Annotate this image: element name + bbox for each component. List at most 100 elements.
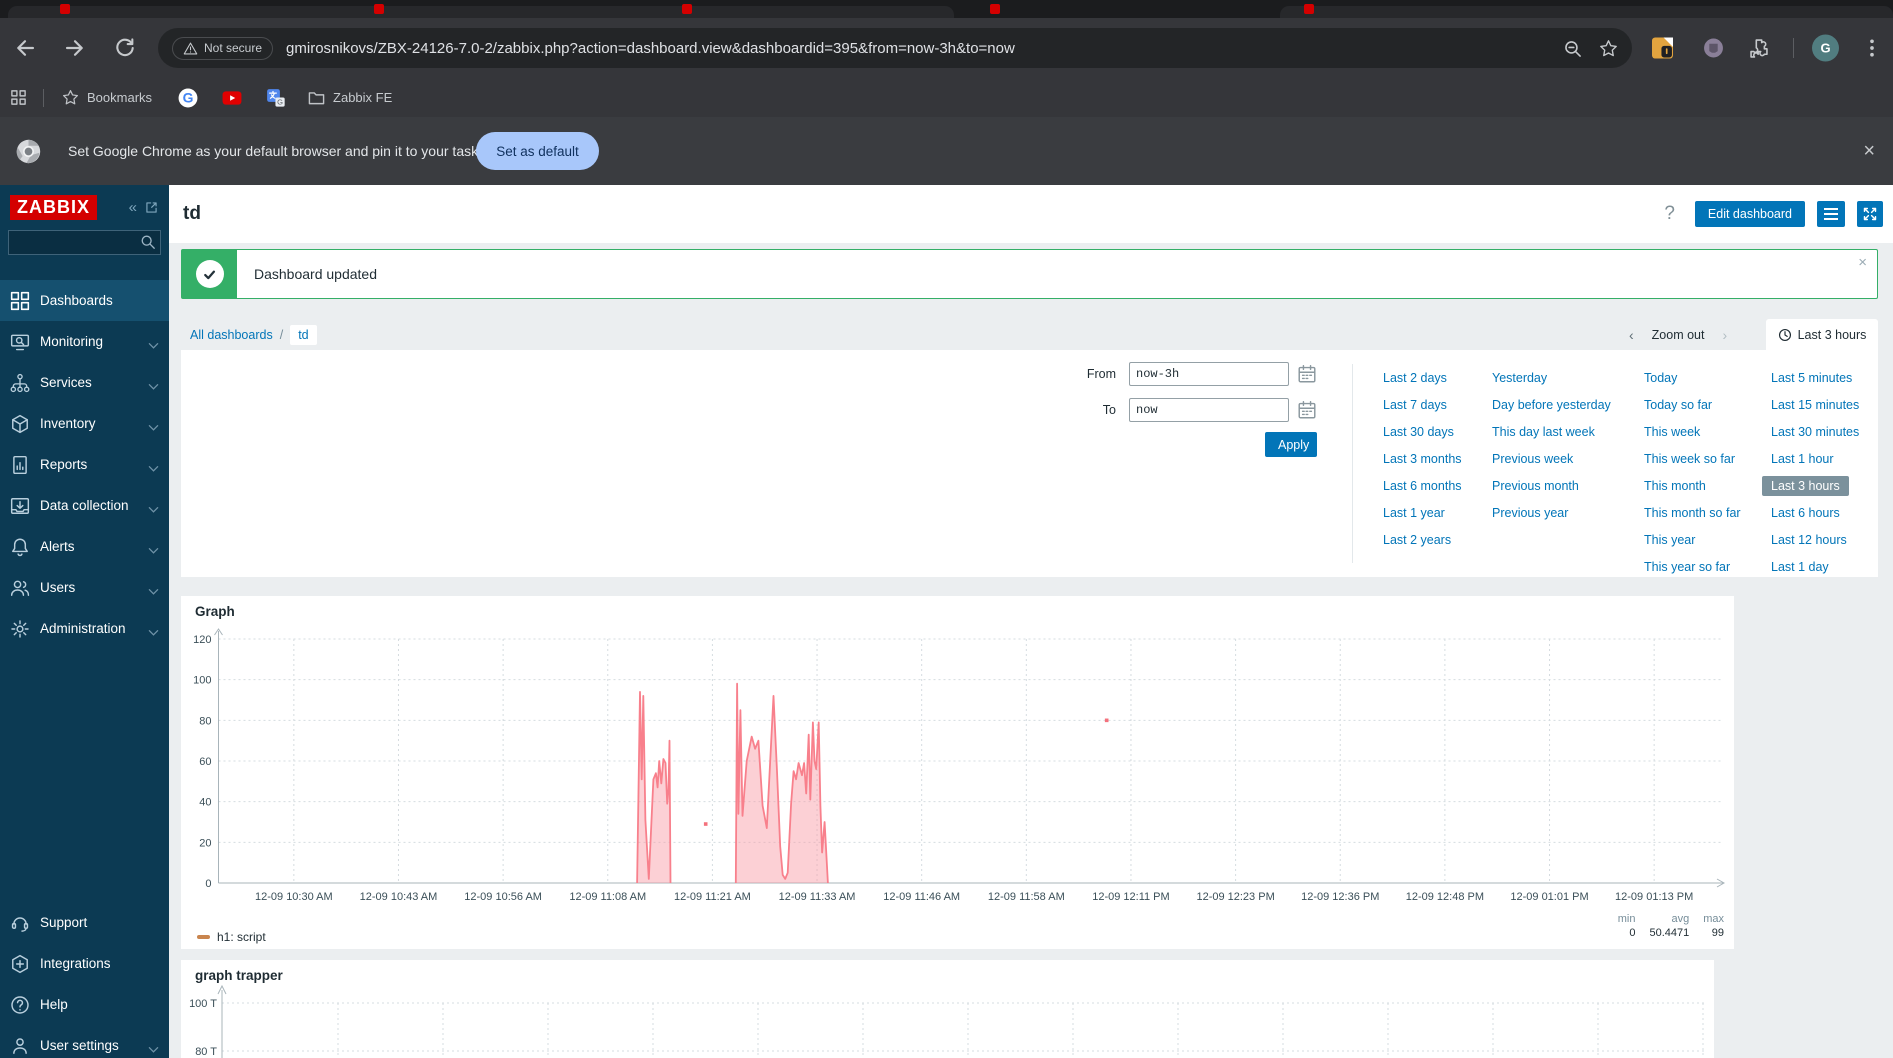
quick-range-last-6-hours[interactable]: Last 6 hours: [1771, 506, 1840, 520]
quick-range-this-year[interactable]: This year: [1644, 533, 1695, 547]
browser-menu-icon[interactable]: [1861, 37, 1883, 59]
sidebar-item-inventory[interactable]: Inventory: [0, 403, 169, 444]
browser-tab-active[interactable]: [1280, 6, 1893, 18]
graph-plot[interactable]: 0 20 40 60 80 100 120 12-09 10:30 AM 12-09 10:43…: [181, 596, 1734, 949]
extension-icon-1[interactable]: [1652, 37, 1673, 59]
quick-range-yesterday[interactable]: Yesterday: [1492, 371, 1547, 385]
apply-button[interactable]: Apply: [1265, 432, 1317, 457]
youtube-favicon[interactable]: [222, 88, 242, 108]
quick-range-today-so-far[interactable]: Today so far: [1644, 398, 1712, 412]
tab-favicon[interactable]: [682, 4, 692, 14]
google-favicon[interactable]: G: [178, 88, 198, 108]
sidebar-item-alerts[interactable]: Alerts: [0, 526, 169, 567]
dashboard-menu-button[interactable]: [1817, 201, 1845, 227]
quick-range-previous-week[interactable]: Previous week: [1492, 452, 1573, 466]
tab-favicon[interactable]: [374, 4, 384, 14]
sidebar-footer-integrations[interactable]: Integrations: [0, 943, 169, 984]
site-security-chip[interactable]: Not secure: [172, 36, 274, 60]
time-back-icon[interactable]: ‹: [1629, 327, 1634, 343]
breadcrumb-all-dashboards[interactable]: All dashboards: [190, 328, 273, 342]
forward-icon[interactable]: [64, 37, 86, 59]
quick-range-this-week[interactable]: This week: [1644, 425, 1700, 439]
apps-grid-icon[interactable]: [10, 89, 27, 106]
quick-range-last-1-hour[interactable]: Last 1 hour: [1771, 452, 1834, 466]
quick-range-last-7-days[interactable]: Last 7 days: [1383, 398, 1447, 412]
quick-range-previous-month[interactable]: Previous month: [1492, 479, 1579, 493]
quick-range-this-month[interactable]: This month: [1644, 479, 1706, 493]
profile-avatar[interactable]: G: [1812, 34, 1839, 62]
sidebar-item-monitoring[interactable]: Monitoring: [0, 321, 169, 362]
quick-range-previous-year[interactable]: Previous year: [1492, 506, 1568, 520]
translate-favicon[interactable]: G: [266, 88, 286, 108]
trapper-plot[interactable]: 100 T 80 T: [181, 960, 1714, 1058]
folder-icon[interactable]: [308, 89, 325, 106]
trapper-widget-title[interactable]: graph trapper: [195, 968, 283, 983]
bookmarks-star-icon[interactable]: [62, 89, 79, 106]
browser-tab[interactable]: [8, 6, 954, 18]
zabbix-logo[interactable]: ZABBIX: [10, 195, 97, 220]
url-bar[interactable]: Not secure gmirosnikovs/ZBX-24126-7.0-2/…: [158, 28, 1632, 68]
banner-close-icon[interactable]: ×: [1863, 140, 1875, 163]
fullscreen-button[interactable]: [1857, 201, 1883, 227]
tab-favicon[interactable]: [60, 4, 70, 14]
browser-tab-strip[interactable]: [0, 0, 1893, 18]
from-input[interactable]: [1129, 362, 1289, 386]
graph-widget: Graph 0 20 40 60 80 100 120 12-09 10:30 AM 12-09…: [181, 596, 1734, 949]
sidebar-footer-help[interactable]: Help: [0, 984, 169, 1025]
quick-range-last-3-months[interactable]: Last 3 months: [1383, 452, 1462, 466]
quick-range-last-2-years[interactable]: Last 2 years: [1383, 533, 1451, 547]
graph-legend-item[interactable]: h1: script: [197, 930, 266, 944]
tab-favicon[interactable]: [990, 4, 1000, 14]
message-close-icon[interactable]: ×: [1858, 254, 1867, 271]
help-icon[interactable]: ?: [1664, 203, 1675, 225]
to-calendar-icon[interactable]: [1297, 400, 1317, 420]
quick-range-this-month-so-far[interactable]: This month so far: [1644, 506, 1741, 520]
reload-icon[interactable]: [114, 37, 136, 59]
graph-widget-title[interactable]: Graph: [195, 604, 235, 619]
quick-range-last-6-months[interactable]: Last 6 months: [1383, 479, 1462, 493]
sidebar-item-users[interactable]: Users: [0, 567, 169, 608]
sidebar-item-data-collection[interactable]: Data collection: [0, 485, 169, 526]
quick-range-last-12-hours[interactable]: Last 12 hours: [1771, 533, 1847, 547]
extensions-puzzle-icon[interactable]: [1748, 37, 1770, 59]
quick-range-this-year-so-far[interactable]: This year so far: [1644, 560, 1730, 574]
sidebar-footer-user-settings[interactable]: User settings: [0, 1025, 169, 1058]
time-range-tab[interactable]: Last 3 hours: [1766, 319, 1878, 350]
sidebar-popout-icon[interactable]: [144, 200, 159, 215]
quick-range-last-3-hours[interactable]: Last 3 hours: [1762, 475, 1849, 496]
quick-range-last-2-days[interactable]: Last 2 days: [1383, 371, 1447, 385]
from-calendar-icon[interactable]: [1297, 364, 1317, 384]
bookmark-star-icon[interactable]: [1599, 39, 1618, 58]
zoom-out-button[interactable]: Zoom out: [1652, 328, 1705, 342]
sidebar-collapse-icon[interactable]: «: [129, 199, 137, 216]
bookmarks-label[interactable]: Bookmarks: [87, 90, 152, 105]
quick-range-last-15-minutes[interactable]: Last 15 minutes: [1771, 398, 1859, 412]
url-text[interactable]: gmirosnikovs/ZBX-24126-7.0-2/zabbix.php?…: [286, 40, 1546, 57]
quick-range-last-1-day[interactable]: Last 1 day: [1771, 560, 1829, 574]
zoom-page-icon[interactable]: [1563, 39, 1582, 58]
tab-favicon[interactable]: [1304, 4, 1314, 14]
quick-range-last-5-minutes[interactable]: Last 5 minutes: [1771, 371, 1852, 385]
time-forward-icon[interactable]: ›: [1722, 327, 1727, 343]
sidebar-item-reports[interactable]: Reports: [0, 444, 169, 485]
sidebar-item-services[interactable]: Services: [0, 362, 169, 403]
svg-text:12-09 11:46 AM: 12-09 11:46 AM: [883, 891, 960, 903]
sidebar-footer-support[interactable]: Support: [0, 902, 169, 943]
breadcrumb-current[interactable]: td: [290, 325, 317, 345]
quick-range-this-week-so-far[interactable]: This week so far: [1644, 452, 1735, 466]
bookmark-folder-label[interactable]: Zabbix FE: [333, 90, 392, 105]
edit-dashboard-button[interactable]: Edit dashboard: [1694, 201, 1805, 227]
quick-range-last-1-year[interactable]: Last 1 year: [1383, 506, 1445, 520]
sidebar-item-dashboards[interactable]: Dashboards: [0, 280, 169, 321]
extension-icon-2[interactable]: [1703, 38, 1724, 59]
sidebar-search-input[interactable]: [8, 230, 161, 255]
back-icon[interactable]: [14, 37, 36, 59]
quick-range-last-30-days[interactable]: Last 30 days: [1383, 425, 1454, 439]
quick-range-this-day-last-week[interactable]: This day last week: [1492, 425, 1595, 439]
to-input[interactable]: [1129, 398, 1289, 422]
set-as-default-button[interactable]: Set as default: [476, 132, 599, 170]
quick-range-today[interactable]: Today: [1644, 371, 1677, 385]
quick-range-day-before-yesterday[interactable]: Day before yesterday: [1492, 398, 1611, 412]
sidebar-item-administration[interactable]: Administration: [0, 608, 169, 649]
quick-range-last-30-minutes[interactable]: Last 30 minutes: [1771, 425, 1859, 439]
